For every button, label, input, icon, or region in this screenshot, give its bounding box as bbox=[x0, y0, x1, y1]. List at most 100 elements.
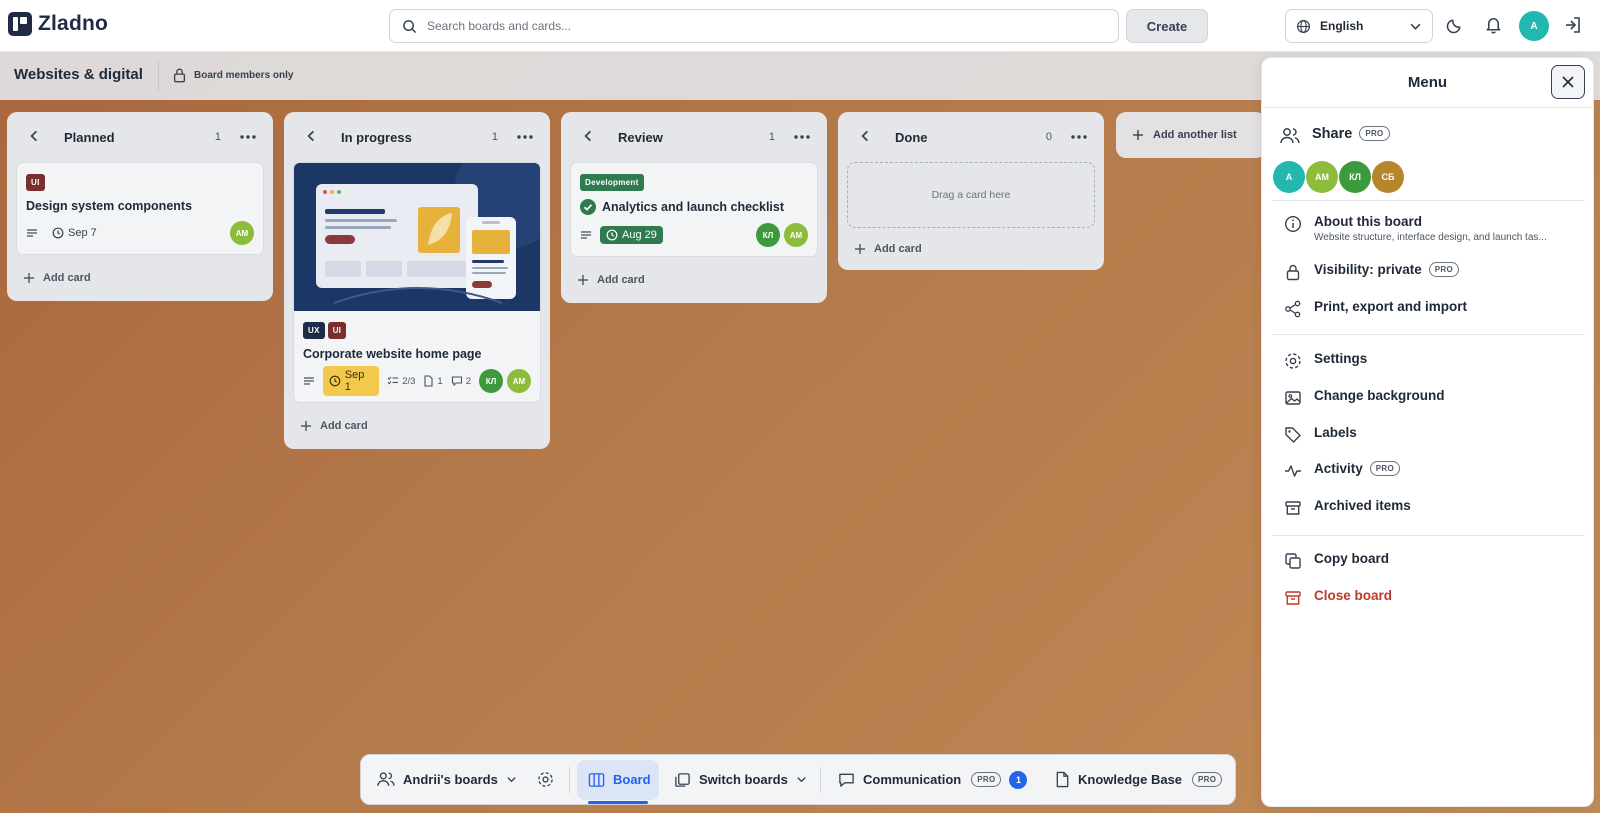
app-logo[interactable]: Zladno bbox=[8, 12, 108, 36]
tab-board[interactable]: Board bbox=[588, 755, 651, 804]
board-title[interactable]: Websites & digital bbox=[14, 66, 143, 83]
chevron-down-icon bbox=[797, 777, 806, 783]
due-date: Sep 1 bbox=[322, 366, 380, 396]
card[interactable]: UX UI Corporate website home page Sep 1 2… bbox=[293, 162, 541, 403]
board-visibility-button[interactable]: Board members only bbox=[172, 67, 293, 83]
member-avatar[interactable]: A bbox=[1273, 161, 1305, 193]
gear-icon[interactable] bbox=[537, 771, 554, 788]
card-dropzone[interactable]: Drag a card here bbox=[847, 162, 1095, 228]
more-horizontal-icon[interactable] bbox=[239, 129, 257, 145]
list-card-count: 1 bbox=[768, 131, 775, 143]
plus-icon bbox=[24, 273, 34, 283]
tag-icon bbox=[1285, 427, 1301, 443]
menu-item-share[interactable]: Share PRO bbox=[1280, 126, 1390, 145]
menu-item-print-export[interactable]: Print, export and import bbox=[1284, 299, 1467, 318]
pro-badge: PRO bbox=[971, 772, 1002, 787]
more-horizontal-icon[interactable] bbox=[1070, 129, 1088, 145]
bottom-navigation: Andrii's boards Board Switch boards Comm… bbox=[360, 754, 1236, 805]
boards-label: Andrii's boards bbox=[403, 772, 498, 787]
card[interactable]: UI Design system components Sep 7 AM bbox=[16, 162, 264, 255]
create-button[interactable]: Create bbox=[1126, 9, 1208, 43]
card-title: Design system components bbox=[26, 199, 193, 213]
member-avatar[interactable]: AM bbox=[230, 221, 254, 245]
menu-item-change-background[interactable]: Change background bbox=[1284, 388, 1445, 407]
list-done: Done 0 Drag a card here Add card bbox=[838, 112, 1104, 270]
menu-item-archived[interactable]: Archived items bbox=[1284, 498, 1411, 517]
share-member-list: A AM КЛ СБ bbox=[1273, 161, 1404, 193]
add-list-button[interactable]: Add another list bbox=[1116, 112, 1266, 158]
list-title[interactable]: Done bbox=[895, 130, 928, 145]
chevron-left-icon[interactable] bbox=[858, 129, 872, 143]
chevron-left-icon[interactable] bbox=[304, 129, 318, 143]
member-avatar[interactable]: СБ bbox=[1372, 161, 1404, 193]
chevron-left-icon[interactable] bbox=[581, 129, 595, 143]
communication-button[interactable]: Communication PRO 1 bbox=[838, 755, 1028, 804]
communication-label: Communication bbox=[863, 772, 962, 787]
add-card-button[interactable]: Add card bbox=[284, 403, 550, 449]
menu-item-activity[interactable]: Activity PRO bbox=[1284, 461, 1401, 480]
about-label: About this board bbox=[1314, 214, 1422, 229]
list-in-progress: In progress 1 UX UI Corporate website ho… bbox=[284, 112, 550, 449]
close-icon bbox=[1562, 76, 1574, 88]
search-icon bbox=[403, 19, 416, 33]
app-name: Zladno bbox=[38, 12, 109, 35]
user-avatar[interactable]: A bbox=[1519, 11, 1549, 41]
member-avatar[interactable]: КЛ bbox=[1339, 161, 1371, 193]
list-card-count: 0 bbox=[1045, 131, 1052, 143]
add-card-button[interactable]: Add card bbox=[561, 257, 827, 303]
menu-item-copy-board[interactable]: Copy board bbox=[1284, 551, 1389, 570]
close-menu-button[interactable] bbox=[1551, 65, 1585, 99]
card-title: Analytics and launch checklist bbox=[602, 200, 785, 214]
attachment-count: 1 bbox=[423, 375, 443, 387]
add-card-button[interactable]: Add card bbox=[838, 228, 1104, 270]
attachment-value: 1 bbox=[437, 375, 443, 387]
plus-icon bbox=[301, 421, 311, 431]
close-board-label: Close board bbox=[1314, 588, 1393, 603]
menu-item-visibility[interactable]: Visibility: private PRO bbox=[1284, 262, 1460, 281]
member-avatar[interactable]: КЛ bbox=[756, 223, 780, 247]
divider bbox=[569, 767, 570, 793]
member-avatar[interactable]: AM bbox=[784, 223, 808, 247]
due-date: Aug 29 bbox=[600, 226, 663, 244]
menu-item-close-board[interactable]: Close board bbox=[1284, 588, 1392, 607]
list-planned: Planned 1 UI Design system components Se… bbox=[7, 112, 273, 301]
copy-icon bbox=[1285, 553, 1301, 569]
settings-label: Settings bbox=[1314, 351, 1368, 366]
knowledge-base-button[interactable]: Knowledge Base PRO bbox=[1055, 755, 1223, 804]
menu-item-settings[interactable]: Settings bbox=[1284, 351, 1367, 370]
activity-icon bbox=[1285, 465, 1301, 477]
list-title[interactable]: In progress bbox=[341, 130, 412, 145]
card-label: UX bbox=[303, 322, 325, 339]
clock-icon bbox=[329, 375, 341, 387]
menu-item-labels[interactable]: Labels bbox=[1284, 425, 1357, 444]
member-avatar[interactable]: КЛ bbox=[479, 369, 503, 393]
background-label: Change background bbox=[1314, 388, 1445, 403]
card-label: UI bbox=[26, 174, 45, 191]
member-avatar[interactable]: AM bbox=[1306, 161, 1338, 193]
logout-icon[interactable] bbox=[1563, 15, 1583, 35]
member-avatar[interactable]: AM bbox=[507, 369, 531, 393]
list-title[interactable]: Review bbox=[618, 130, 663, 145]
more-horizontal-icon[interactable] bbox=[793, 129, 811, 145]
moon-icon[interactable] bbox=[1446, 15, 1465, 34]
card[interactable]: Development Analytics and launch checkli… bbox=[570, 162, 818, 257]
add-card-button[interactable]: Add card bbox=[7, 255, 273, 301]
comment-icon bbox=[451, 376, 462, 387]
search-box[interactable] bbox=[389, 9, 1119, 43]
pro-badge: PRO bbox=[1369, 461, 1401, 476]
divider bbox=[820, 767, 821, 793]
knowledge-base-label: Knowledge Base bbox=[1078, 772, 1183, 787]
search-input[interactable] bbox=[427, 19, 1067, 33]
switch-boards-button[interactable]: Switch boards bbox=[674, 755, 807, 804]
users-icon bbox=[1280, 128, 1300, 144]
due-date: Sep 7 bbox=[46, 224, 103, 242]
boards-switcher-button[interactable]: Andrii's boards bbox=[377, 755, 517, 804]
list-title[interactable]: Planned bbox=[64, 130, 115, 145]
bell-icon[interactable] bbox=[1484, 15, 1503, 34]
menu-item-about[interactable]: About this board Website structure, inte… bbox=[1284, 214, 1574, 243]
language-select[interactable]: English bbox=[1285, 9, 1433, 43]
more-horizontal-icon[interactable] bbox=[516, 129, 534, 145]
check-circle-icon[interactable] bbox=[580, 199, 596, 215]
chevron-left-icon[interactable] bbox=[27, 129, 41, 143]
chat-icon bbox=[839, 773, 854, 787]
